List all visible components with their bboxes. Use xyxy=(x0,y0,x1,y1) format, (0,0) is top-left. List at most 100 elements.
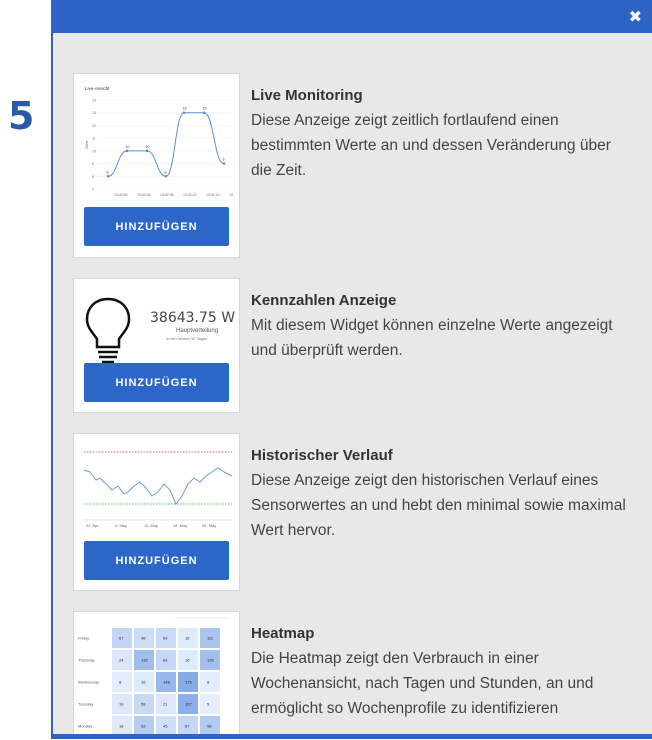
widget-kpi-display: 38643.75 W Hauptverteilung in den letzte… xyxy=(73,278,651,413)
heatmap-day-label: Monday xyxy=(78,724,92,729)
x-tick-label: 13:42:12 xyxy=(183,193,197,197)
data-point-label: 9 xyxy=(223,158,225,162)
widget-description: Die Heatmap zeigt den Verbrauch in einer… xyxy=(251,650,594,717)
history-preview: 22. Apr 4. May 11. May 18. May 25. May HINZU… xyxy=(73,433,240,591)
data-point xyxy=(106,174,110,178)
heatmap-cell xyxy=(200,694,220,714)
widget-modal: ✖ Live-Ansicht Wert 14 13 12 11 10 9 8 7 13:42:… xyxy=(51,0,652,739)
data-point-label: 10 xyxy=(126,145,130,149)
heatmap-cell-value: 19 xyxy=(119,702,124,707)
heatmap-cell-value: 148 xyxy=(163,680,170,685)
x-tick-label: 18. May xyxy=(173,523,187,528)
history-x-ticks: 22. Apr 4. May 11. May 18. May 25. May xyxy=(86,523,216,528)
data-point xyxy=(182,111,186,115)
heatmap-day-label: Wednesday xyxy=(78,680,99,685)
data-point-label: 13 xyxy=(183,107,187,111)
add-history-button[interactable]: HINZUFÜGEN xyxy=(84,541,229,580)
kpi-preview: 38643.75 W Hauptverteilung in den letzte… xyxy=(73,278,240,413)
kpi-value: 38643.75 W xyxy=(150,310,236,326)
widget-history: 22. Apr 4. May 11. May 18. May 25. May HINZU… xyxy=(73,433,651,591)
widget-description: Mit diesem Widget können einzelne Werte … xyxy=(251,317,613,359)
heatmap-cell-value: 98 xyxy=(207,724,212,729)
heatmap-cell-value: 67 xyxy=(119,636,124,641)
heatmap-cell-value: 21 xyxy=(163,702,168,707)
data-point xyxy=(125,149,129,153)
close-icon[interactable]: ✖ xyxy=(629,8,642,26)
heatmap-cell-value: 16 xyxy=(141,680,146,685)
y-tick-label: 14 xyxy=(92,99,96,103)
heatmap-cell-value: 132 xyxy=(141,658,148,663)
step-number: 5 xyxy=(8,94,35,138)
data-point-label: 10 xyxy=(146,145,150,149)
y-tick-label: 13 xyxy=(92,111,96,115)
y-tick-label: 10 xyxy=(92,149,96,153)
widget-heatmap: Friday 67 48 54 16 111 Thursday 24 132 64 16 126 Wed… xyxy=(73,611,651,739)
heatmap-cell-value: 126 xyxy=(207,658,214,663)
live-chart-y-ticks: 14 13 12 11 10 9 8 7 xyxy=(92,99,96,192)
x-tick-label: 13:42:08 xyxy=(160,193,174,197)
data-point-label: 13 xyxy=(203,107,207,111)
heatmap-cell-value: 176 xyxy=(185,680,192,685)
x-tick-label: 13:42:00 xyxy=(114,193,128,197)
kpi-label: Hauptverteilung xyxy=(176,328,219,334)
heatmap-cell-value: 64 xyxy=(163,658,168,663)
heatmap-cell-value: 111 xyxy=(207,636,214,641)
live-chart-title: Live-Ansicht xyxy=(85,86,110,91)
x-tick-label: 4. May xyxy=(115,523,127,528)
heatmap-chart: Friday 67 48 54 16 111 Thursday 24 132 64 16 126 Wed… xyxy=(78,617,228,736)
x-tick-label: 13:42:04 xyxy=(137,193,151,197)
lightbulb-icon xyxy=(85,297,131,364)
heatmap-cell-value: 18 xyxy=(119,724,124,729)
modal-header: ✖ xyxy=(53,0,652,33)
data-point-label: 8 xyxy=(165,170,167,174)
widget-description: Diese Anzeige zeigt den historischen Ver… xyxy=(251,472,626,539)
y-tick-label: 9 xyxy=(92,162,94,166)
x-tick-label: 11. May xyxy=(144,523,158,528)
heatmap-cell-value: 67 xyxy=(185,724,190,729)
kpi-sublabel: in den letzten 30 Tagen xyxy=(166,336,208,341)
add-live-monitoring-button[interactable]: HINZUFÜGEN xyxy=(84,207,229,246)
live-monitoring-preview: Live-Ansicht Wert 14 13 12 11 10 9 8 7 13:42:00… xyxy=(73,73,240,258)
modal-bottom-bar xyxy=(53,734,652,739)
data-point xyxy=(145,149,149,153)
widget-live-monitoring: Live-Ansicht Wert 14 13 12 11 10 9 8 7 13:42:00… xyxy=(73,73,651,258)
widget-title: Kennzahlen Anzeige xyxy=(251,292,397,309)
y-tick-label: 7 xyxy=(92,188,94,192)
heatmap-cell-value: 92 xyxy=(141,724,146,729)
data-point xyxy=(164,174,168,178)
widget-title: Heatmap xyxy=(251,625,315,642)
x-tick-label: 25. May xyxy=(202,523,216,528)
data-point xyxy=(202,111,206,115)
widget-title: Live Monitoring xyxy=(251,87,363,104)
widget-description: Diese Anzeige zeigt zeitlich fortlaufend… xyxy=(251,112,611,179)
heatmap-cell-value: 16 xyxy=(185,636,190,641)
live-chart: Live-Ansicht Wert 14 13 12 11 10 9 8 7 13:42:00… xyxy=(84,86,234,197)
x-tick-label: 22. Apr xyxy=(86,523,99,528)
heatmap-day-label: Thursday xyxy=(78,658,95,663)
heatmap-cell-value: 45 xyxy=(163,724,168,729)
y-tick-label: 8 xyxy=(92,175,94,179)
heatmap-cell-value: 48 xyxy=(141,636,146,641)
heatmap-cell xyxy=(112,672,132,692)
heatmap-cell-value: 16 xyxy=(185,658,190,663)
heatmap-day-label: Friday xyxy=(78,636,89,641)
heatmap-cell-value: 58 xyxy=(141,702,146,707)
data-point xyxy=(222,162,226,165)
heatmap-cell-value: 24 xyxy=(119,658,124,663)
heatmap-cell-value: 167 xyxy=(185,702,192,707)
heatmap-cell-value: 54 xyxy=(163,636,168,641)
add-kpi-button[interactable]: HINZUFÜGEN xyxy=(84,363,229,402)
data-point-label: 8 xyxy=(107,170,109,174)
history-series-line xyxy=(83,467,233,505)
heatmap-cell xyxy=(200,672,220,692)
heatmap-cells: Friday 67 48 54 16 111 Thursday 24 132 64 16 126 Wed… xyxy=(78,628,220,736)
history-chart: 22. Apr 4. May 11. May 18. May 25. May xyxy=(83,451,233,528)
y-tick-label: 11 xyxy=(92,137,96,141)
heatmap-day-label: Tuesday xyxy=(78,702,93,707)
live-chart-x-ticks: 13:42:00 13:42:04 13:42:08 13:42:12 13:42:13… xyxy=(114,193,233,197)
x-tick-label: 13:42:13 xyxy=(206,193,220,197)
live-chart-points: 8 10 10 8 13 13 9 xyxy=(107,107,226,178)
live-chart-ylabel: Wert xyxy=(84,140,89,149)
heatmap-preview: Friday 67 48 54 16 111 Thursday 24 132 64 16 126 Wed… xyxy=(73,611,240,739)
widget-title: Historischer Verlauf xyxy=(251,447,393,464)
